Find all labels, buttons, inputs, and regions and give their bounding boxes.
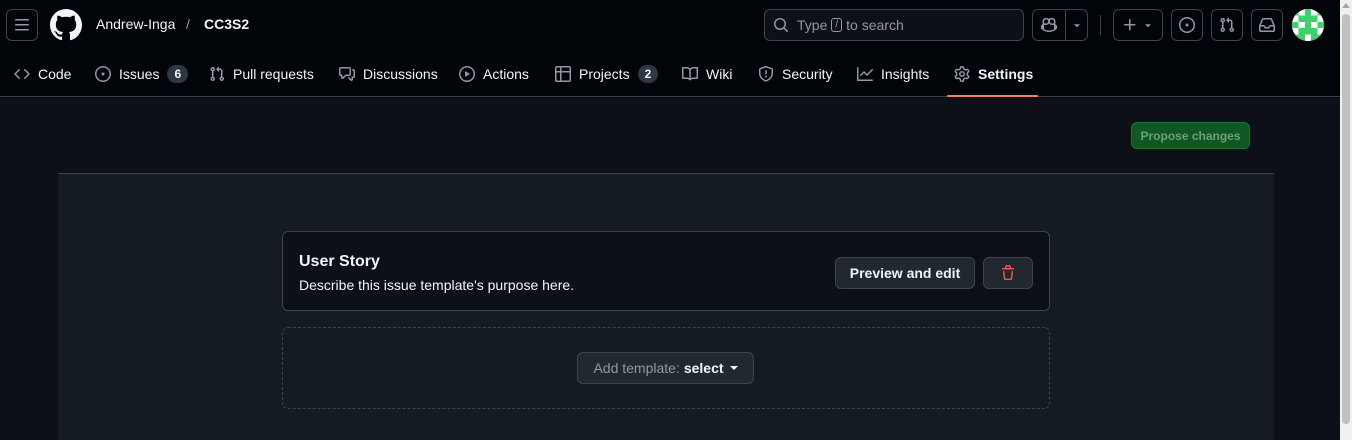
trash-icon xyxy=(1002,265,1014,280)
plus-icon xyxy=(1124,19,1136,31)
copilot-dropdown-button[interactable] xyxy=(1065,10,1087,40)
inbox-icon xyxy=(1259,18,1275,32)
issue-opened-icon xyxy=(1179,17,1195,33)
copilot-icon xyxy=(1041,17,1058,33)
tab-actions[interactable]: Actions xyxy=(459,50,529,97)
code-icon xyxy=(14,68,30,79)
tab-label: Code xyxy=(38,65,72,82)
template-editor-panel: User Story Describe this issue template'… xyxy=(58,173,1274,440)
github-logo-icon[interactable] xyxy=(49,9,82,41)
gear-icon xyxy=(954,65,970,82)
breadcrumb-separator: / xyxy=(186,16,190,32)
breadcrumb-repo[interactable]: CC3S2 xyxy=(204,16,249,32)
active-tab-underline xyxy=(947,95,1038,97)
search-icon xyxy=(774,18,788,32)
triangle-down-icon xyxy=(1145,24,1151,28)
issues-button[interactable] xyxy=(1171,9,1203,41)
tab-label: Pull requests xyxy=(233,65,314,82)
book-icon xyxy=(682,66,698,80)
tab-label: Security xyxy=(782,65,833,82)
tab-discussions[interactable]: Discussions xyxy=(339,50,438,97)
play-icon xyxy=(459,65,475,82)
projects-count-badge: 2 xyxy=(637,64,659,83)
search-input[interactable]: Type / to search xyxy=(764,9,1024,41)
tab-label: Projects xyxy=(579,65,630,82)
inbox-button[interactable] xyxy=(1251,9,1283,41)
delete-template-button[interactable] xyxy=(983,257,1033,289)
tab-code[interactable]: Code xyxy=(14,50,71,97)
copilot-button[interactable] xyxy=(1033,10,1065,40)
search-suffix: to search xyxy=(846,17,904,33)
add-template-select-button[interactable]: Add template: select xyxy=(577,352,754,384)
preview-and-edit-button[interactable]: Preview and edit xyxy=(835,257,975,289)
page-scrollbar[interactable] xyxy=(1340,0,1352,440)
template-card: User Story Describe this issue template'… xyxy=(282,231,1050,311)
git-pull-request-icon xyxy=(210,66,225,81)
git-pull-request-icon xyxy=(1220,17,1235,33)
tab-security[interactable]: Security xyxy=(758,50,833,97)
main-content: Propose changes User Story Describe this… xyxy=(0,98,1340,440)
triangle-down-icon xyxy=(1073,24,1080,28)
menu-button[interactable] xyxy=(6,9,38,41)
tab-label: Insights xyxy=(881,65,930,82)
tab-label: Wiki xyxy=(706,65,733,82)
scrollbar-thumb[interactable] xyxy=(1342,14,1350,424)
app-header: Andrew-Inga / CC3S2 Type / to search Cod… xyxy=(0,0,1340,97)
tab-settings[interactable]: Settings xyxy=(947,50,1038,97)
tab-pull-requests[interactable]: Pull requests xyxy=(209,50,314,97)
tab-label: Issues xyxy=(119,65,160,82)
tab-issues[interactable]: Issues 6 xyxy=(95,50,189,97)
breadcrumb-owner[interactable]: Andrew-Inga xyxy=(96,16,175,32)
tab-label: Discussions xyxy=(363,65,438,82)
propose-changes-button[interactable]: Propose changes xyxy=(1131,122,1250,149)
search-prefix: Type xyxy=(797,17,828,33)
template-title: User Story xyxy=(299,253,380,270)
add-template-value: select xyxy=(683,360,724,376)
search-shortcut-key: / xyxy=(831,18,843,32)
issues-count-badge: 6 xyxy=(167,64,189,83)
tab-wiki[interactable]: Wiki xyxy=(682,50,732,97)
template-description: Describe this issue template's purpose h… xyxy=(299,277,575,293)
scroll-up-arrow-icon[interactable] xyxy=(1342,3,1350,8)
tab-label: Actions xyxy=(483,65,529,82)
add-template-prefix: Add template: xyxy=(593,360,680,376)
repo-nav-tabs: Code Issues 6 Pull requests Discussions … xyxy=(0,50,1340,97)
graph-icon xyxy=(857,66,873,81)
search-placeholder: Type / to search xyxy=(797,17,904,33)
copilot-button-group xyxy=(1032,9,1088,41)
tab-label: Settings xyxy=(978,65,1034,82)
add-template-area: Add template: select xyxy=(282,327,1050,409)
shield-icon xyxy=(759,65,773,82)
user-avatar[interactable] xyxy=(1292,9,1324,41)
top-bar: Andrew-Inga / CC3S2 Type / to search xyxy=(0,0,1340,50)
create-new-content xyxy=(1114,10,1162,40)
tab-projects[interactable]: Projects 2 xyxy=(555,50,659,97)
pull-requests-button[interactable] xyxy=(1211,9,1243,41)
hamburger-icon xyxy=(15,19,29,31)
header-divider xyxy=(1100,15,1101,35)
create-new-button[interactable] xyxy=(1113,9,1163,41)
table-icon xyxy=(555,65,571,82)
tab-insights[interactable]: Insights xyxy=(857,50,929,97)
identicon-icon xyxy=(1292,9,1324,41)
issue-opened-icon xyxy=(95,65,111,82)
comment-discussion-icon xyxy=(339,66,355,81)
caret-down-icon xyxy=(729,366,738,370)
